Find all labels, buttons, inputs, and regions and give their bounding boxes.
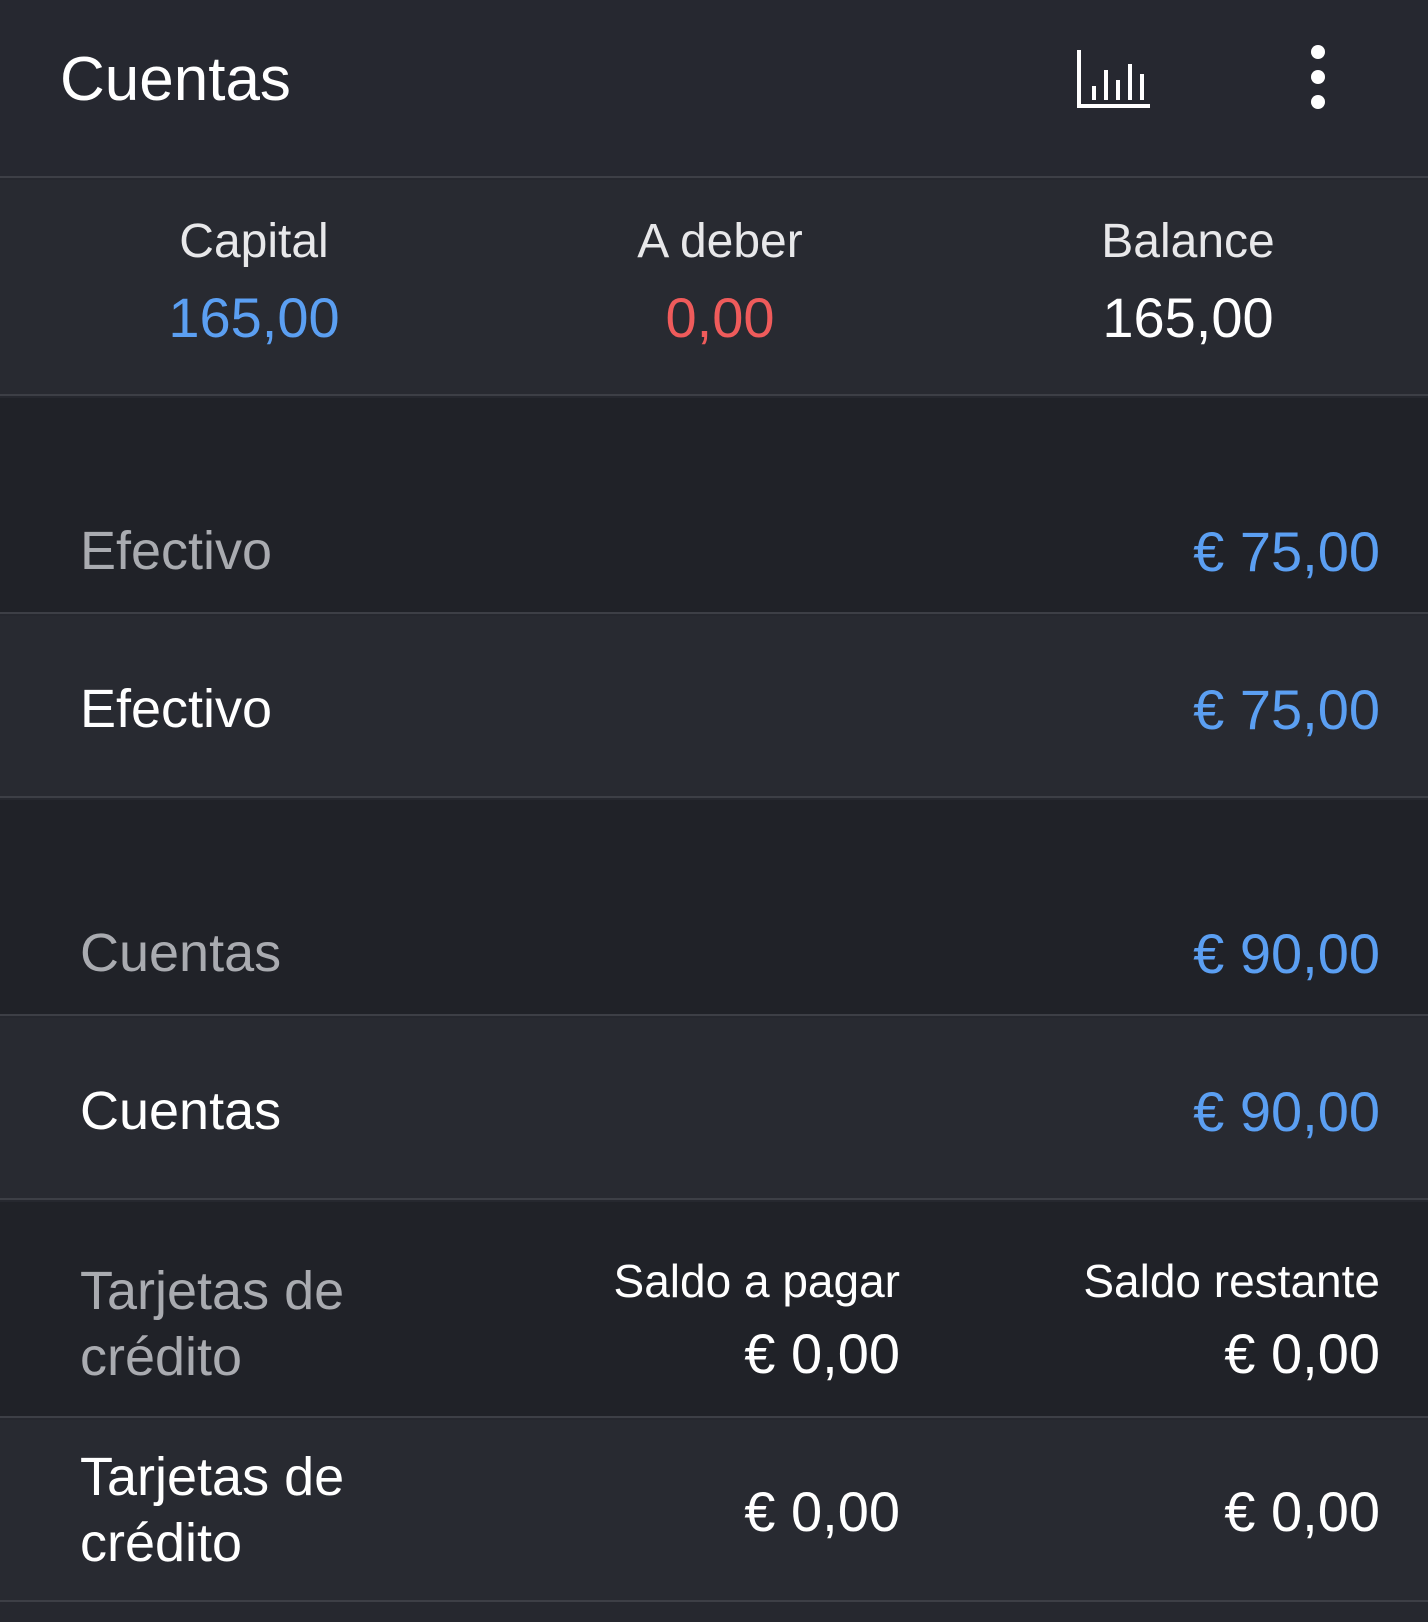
- capital-summary: Capital 165,00: [16, 218, 492, 346]
- group-header-credit-cards: Tarjetas de crédito Saldo a pagar € 0,00…: [0, 1202, 1428, 1418]
- account-payable: € 0,00: [744, 1480, 900, 1543]
- group-total: € 90,00: [1193, 922, 1380, 985]
- balance-label: Balance: [1101, 215, 1275, 268]
- account-name: Tarjetas de crédito: [80, 1447, 345, 1573]
- payable-label: Saldo a pagar: [613, 1255, 900, 1307]
- balance-value: 165,00: [1102, 286, 1274, 349]
- app-bar: Cuentas: [0, 0, 1428, 178]
- capital-label: Capital: [179, 215, 329, 268]
- group-total: € 75,00: [1193, 520, 1380, 583]
- account-amount: € 75,00: [1193, 678, 1380, 741]
- balance-summary: Balance 165,00: [950, 218, 1426, 346]
- summary-panel: Capital 165,00 A deber 0,00 Balance 165,…: [0, 180, 1428, 396]
- payable-total: € 0,00: [744, 1322, 900, 1385]
- debt-label: A deber: [637, 215, 803, 268]
- page-title: Cuentas: [60, 45, 291, 114]
- payable-column: Saldo a pagar € 0,00: [614, 1258, 900, 1382]
- remaining-label: Saldo restante: [1083, 1255, 1380, 1307]
- remaining-column: Saldo restante € 0,00: [1083, 1258, 1380, 1382]
- capital-value: 165,00: [168, 286, 340, 349]
- account-row-accounts[interactable]: Cuentas € 90,00: [0, 1018, 1428, 1200]
- account-name: Efectivo: [80, 679, 273, 739]
- bar-chart-icon[interactable]: [1076, 48, 1152, 110]
- group-label: Efectivo: [80, 521, 273, 581]
- account-row-credit-cards[interactable]: Tarjetas de crédito € 0,00 € 0,00: [0, 1420, 1428, 1602]
- account-amount: € 90,00: [1193, 1080, 1380, 1143]
- group-header-cash: Efectivo € 75,00: [0, 398, 1428, 614]
- more-vert-icon[interactable]: [1300, 44, 1336, 110]
- group-header-accounts: Cuentas € 90,00: [0, 800, 1428, 1016]
- debt-summary: A deber 0,00: [482, 218, 958, 346]
- remaining-total: € 0,00: [1224, 1322, 1380, 1385]
- group-label: Tarjetas de crédito: [80, 1261, 345, 1387]
- account-remaining: € 0,00: [1224, 1480, 1380, 1543]
- account-name: Cuentas: [80, 1081, 282, 1141]
- debt-value: 0,00: [665, 286, 775, 349]
- account-row-cash[interactable]: Efectivo € 75,00: [0, 616, 1428, 798]
- group-label: Cuentas: [80, 923, 282, 983]
